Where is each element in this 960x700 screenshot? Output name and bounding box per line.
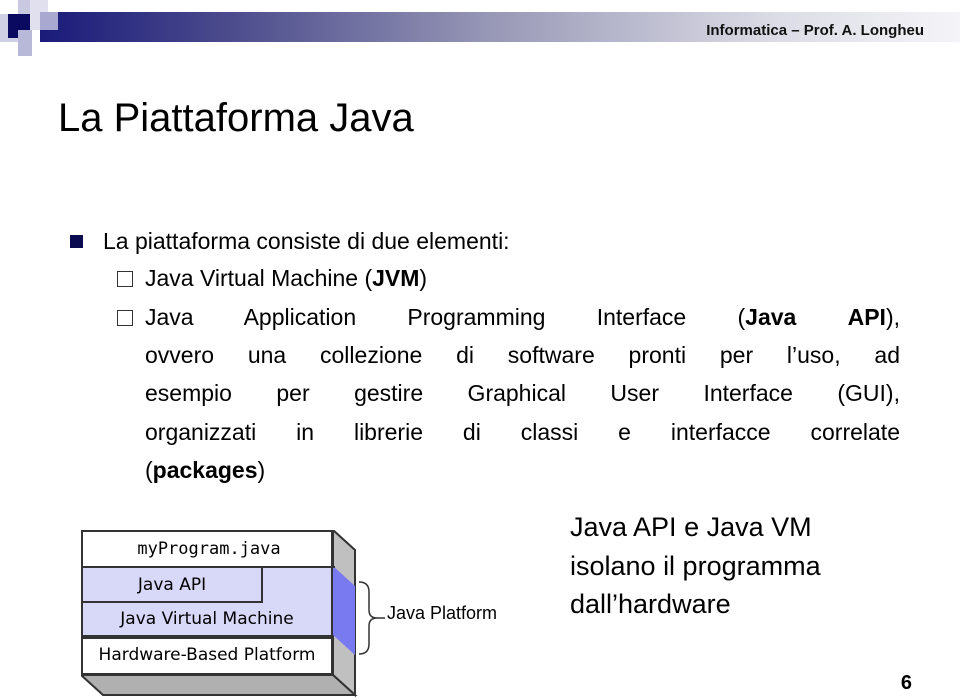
text: Java Virtual Machine (: [145, 265, 373, 291]
text: (: [145, 457, 153, 483]
text: Java Application Programming Interface (: [145, 304, 746, 330]
note-line-2: isolano il programma: [570, 551, 821, 581]
slide-title: La Piattaforma Java: [58, 96, 414, 140]
text: ): [257, 457, 266, 483]
java-platform-diagram: myProgram.java Java API Java Virtual Mac…: [81, 530, 521, 700]
text-bold: Java: [745, 304, 797, 330]
text-bold: API: [847, 304, 886, 330]
text: ),: [885, 304, 901, 330]
diagram-front: myProgram.java Java API Java Virtual Mac…: [81, 530, 335, 675]
text-bold: packages: [152, 457, 258, 483]
note-line-3: dall’hardware: [570, 589, 731, 619]
bullet-square-icon: [70, 235, 83, 248]
java-platform-label: Java Platform: [387, 603, 498, 623]
text: [796, 304, 847, 330]
layer-java-api: Java API: [83, 568, 263, 603]
page-number: 6: [900, 672, 912, 694]
sub-item-jvm: Java Virtual Machine (JVM): [145, 265, 427, 292]
text-bold: JVM: [372, 265, 420, 291]
layer-hardware: Hardware-Based Platform: [98, 645, 316, 665]
course-header: Informatica – Prof. A. Longheu: [706, 22, 924, 39]
sub-item-api-line1: Java Application Programming Interface (…: [145, 304, 900, 331]
sub-item-api-line4: organizzati in librerie di classi e inte…: [145, 419, 900, 445]
layer-jvm: Java Virtual Machine: [83, 603, 331, 637]
bullet-text: La piattaforma consiste di due elementi:: [103, 228, 510, 254]
sub-item-api-line5: (packages): [145, 457, 265, 484]
note-line-1: Java API e Java VM: [570, 512, 812, 542]
checkbox-bullet-icon: [117, 310, 133, 326]
text: ): [419, 265, 428, 291]
sub-item-api-line2: ovvero una collezione di software pronti…: [145, 342, 900, 368]
sub-item-api-line3: esempio per gestire Graphical User Inter…: [145, 380, 900, 406]
layer-myprogram: myProgram.java: [83, 532, 335, 568]
checkbox-bullet-icon: [117, 271, 133, 287]
